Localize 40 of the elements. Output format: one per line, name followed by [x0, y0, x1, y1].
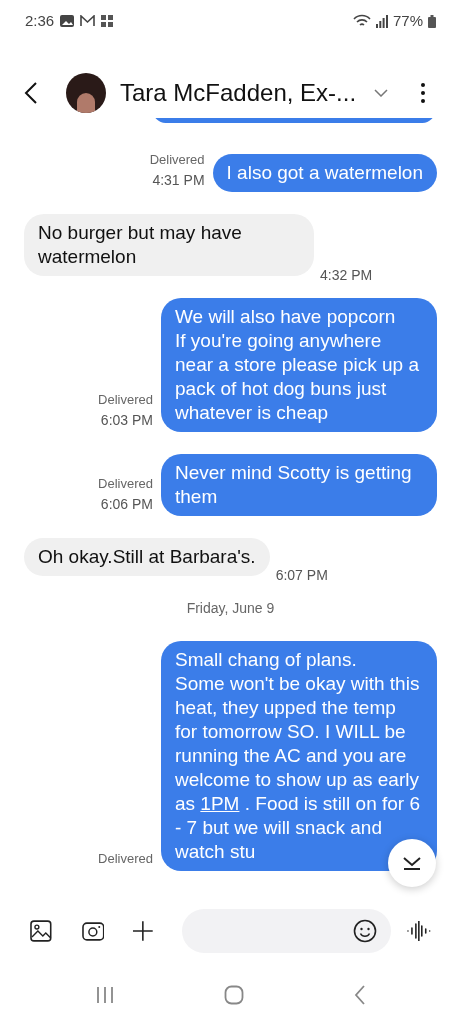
message-bubble: I also got a watermelon — [212, 154, 437, 192]
message-time: 6:07 PM — [275, 566, 328, 584]
message-bubble: We will also have popcorn If you're going anywhere near a store please pick up a pack of hot dog buns just whatever is cheap — [161, 298, 437, 432]
delivery-status: Delivered — [98, 475, 153, 493]
contact-avatar[interactable] — [66, 73, 106, 113]
recent-apps-button[interactable] — [94, 986, 115, 1004]
link[interactable]: 1PM — [200, 793, 240, 814]
date-separator: Friday, June 9 — [186, 599, 275, 618]
voice-record-icon[interactable] — [407, 921, 432, 941]
message-bubble: No burger but may have watermelon — [24, 214, 314, 276]
chevron-down-icon — [402, 856, 422, 870]
delivery-status: Delivered — [98, 850, 153, 868]
message-time: 4:31 PM — [152, 171, 205, 190]
mail-icon — [80, 15, 96, 27]
contact-name[interactable]: Tara McFadden, Ex-... — [120, 75, 357, 111]
home-button[interactable] — [224, 985, 245, 1005]
delivery-status: Delivered — [98, 391, 153, 409]
image-icon — [60, 15, 75, 27]
emoji-icon[interactable] — [353, 919, 378, 943]
status-time: 2:36 — [25, 10, 55, 31]
message-time: 4:32 PM — [320, 266, 373, 284]
delivery-status: Delivered — [149, 151, 205, 169]
gallery-icon[interactable] — [30, 920, 52, 942]
app-grid-icon — [101, 15, 114, 27]
message-time: 6:03 PM — [100, 411, 153, 430]
message-bubble: Oh okay.Still at Barbara's. — [24, 538, 270, 576]
message-bubble: Small chang of plans. Some won't be okay with this heat, they upped the temp for tomorrow SO. I WILL be running the AC and you are welcome to show up as early as 1PM . Food is still on for 6 - 7 but we will snack and watch stu — [161, 641, 437, 871]
plus-icon[interactable] — [132, 920, 155, 942]
chevron-down-icon[interactable] — [374, 89, 389, 97]
signal-icon — [375, 14, 388, 28]
back-nav-button[interactable] — [354, 985, 367, 1005]
more-options-icon[interactable] — [421, 83, 426, 103]
message-bubble: Never mind Scotty is getting them — [161, 454, 437, 516]
battery-icon — [428, 14, 436, 28]
message-input-field[interactable] — [182, 909, 392, 953]
wifi-icon — [352, 14, 371, 28]
scroll-down-button[interactable] — [388, 839, 436, 887]
message-time: 6:06 PM — [100, 495, 153, 514]
camera-icon[interactable] — [81, 921, 105, 941]
battery-percentage: 77% — [392, 10, 423, 31]
